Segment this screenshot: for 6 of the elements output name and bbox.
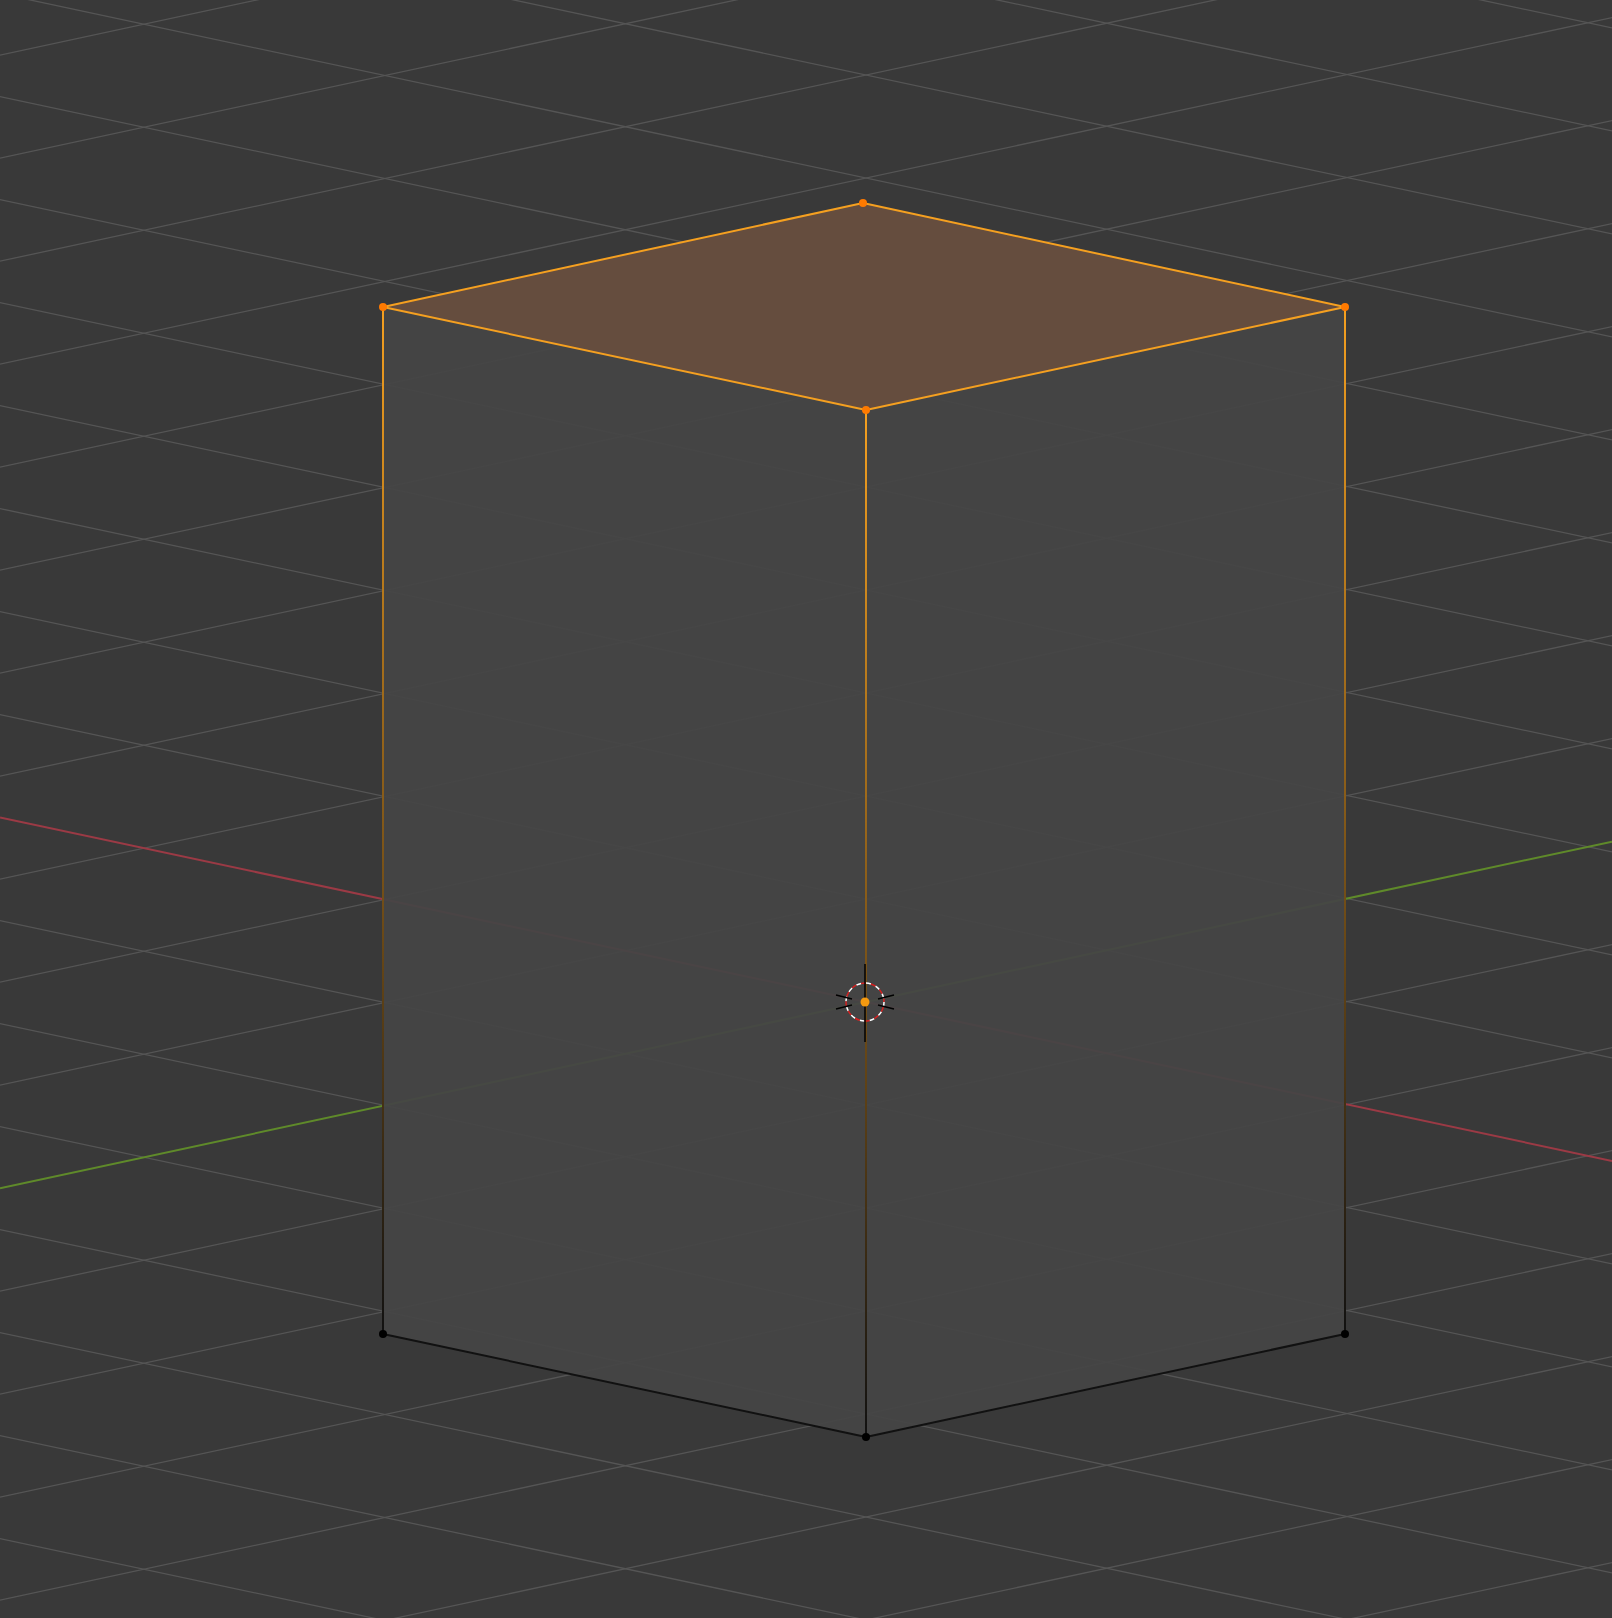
mesh-vertex[interactable]	[862, 1433, 870, 1441]
mesh-vertex[interactable]	[1341, 303, 1349, 311]
mesh-vertex[interactable]	[379, 303, 387, 311]
mesh-vertex[interactable]	[862, 406, 870, 414]
3d-cursor-icon	[835, 963, 895, 1043]
mesh-vertex[interactable]	[859, 199, 867, 207]
